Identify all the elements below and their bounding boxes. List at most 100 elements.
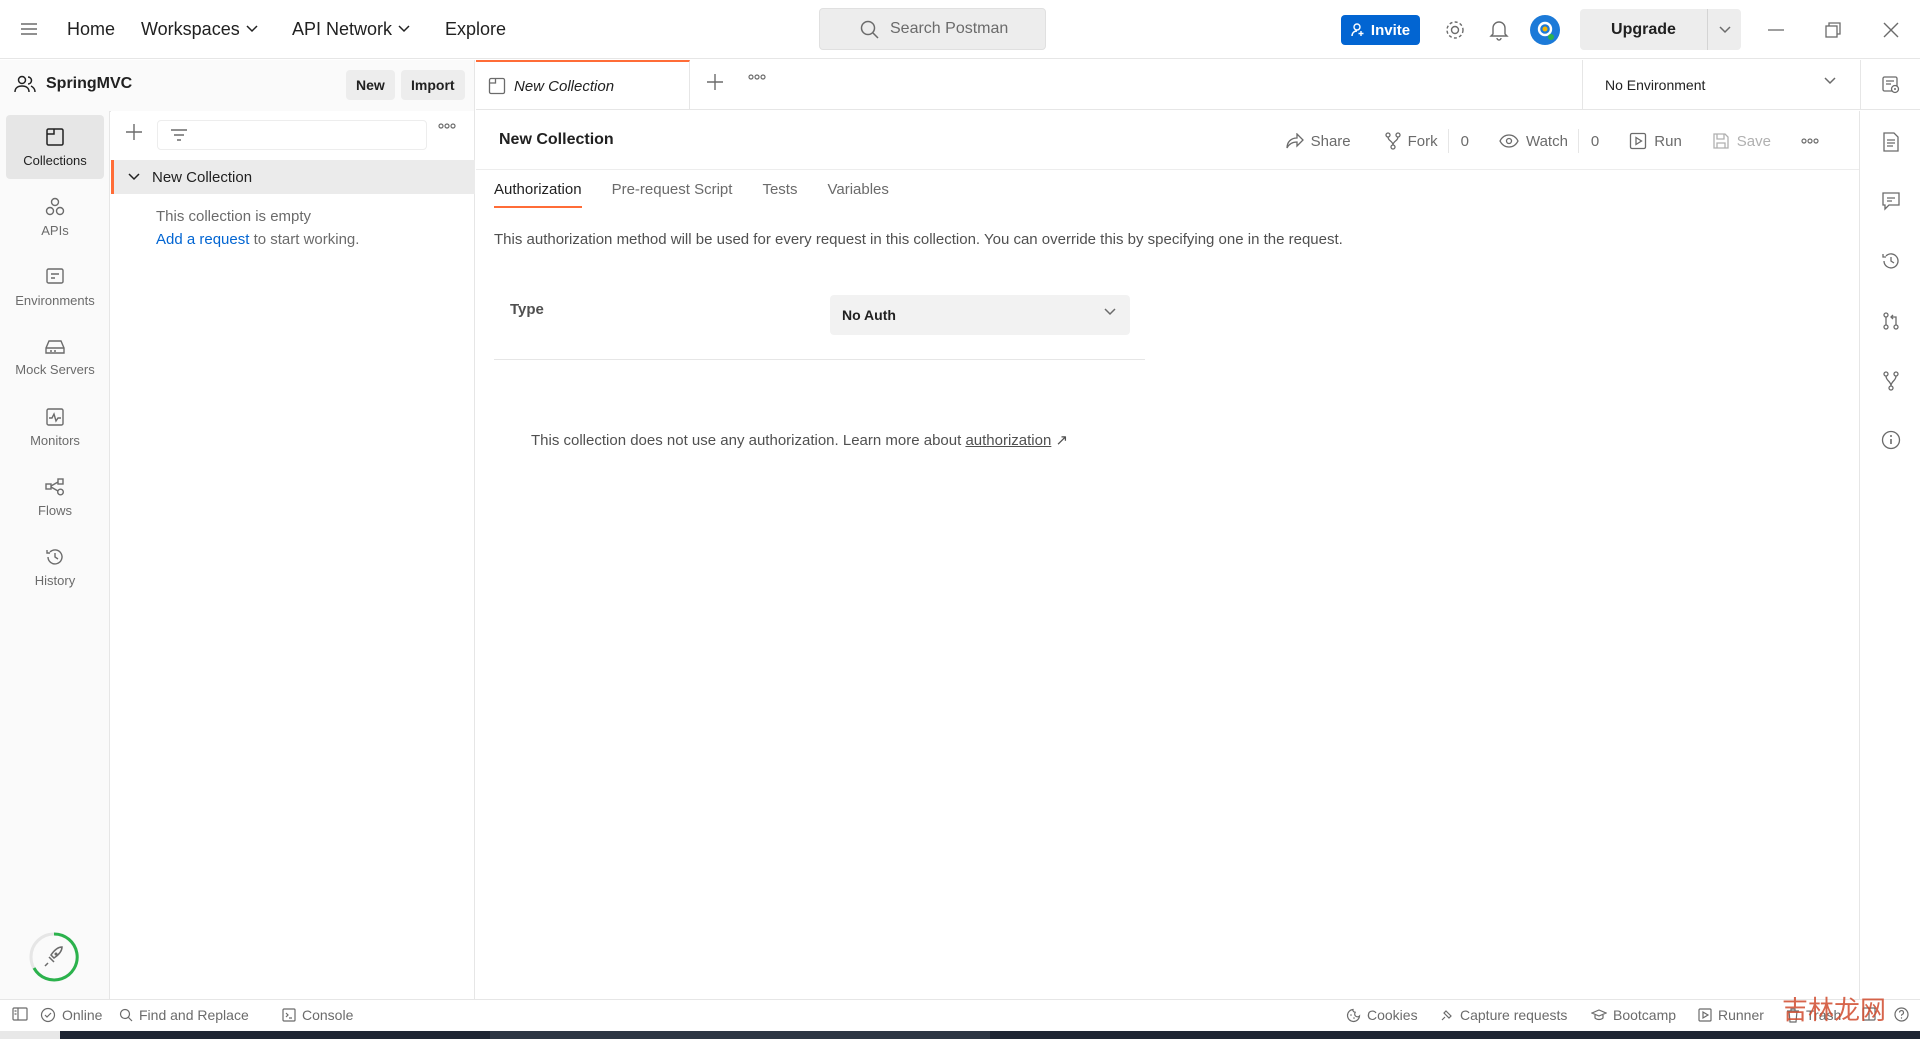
hamburger-menu-icon[interactable]: [18, 18, 40, 40]
chevron-down-icon: [246, 25, 258, 33]
new-button[interactable]: New: [346, 70, 395, 100]
auth-type-select[interactable]: No Auth: [830, 295, 1130, 335]
tab-tests[interactable]: Tests: [762, 181, 812, 208]
filter-input[interactable]: [157, 120, 427, 150]
empty-collection-message: This collection is empty Add a request t…: [156, 205, 359, 251]
rail-item-monitors[interactable]: Monitors: [6, 395, 104, 459]
nav-api-network[interactable]: API Network: [292, 17, 410, 41]
search-input[interactable]: Search Postman: [819, 8, 1046, 50]
notifications-bell-icon[interactable]: [1486, 17, 1512, 43]
taskbar-segment-light: [0, 1031, 60, 1039]
tab-label: New Collection: [514, 77, 615, 95]
user-avatar[interactable]: [1530, 15, 1560, 45]
pull-requests-icon[interactable]: [1879, 309, 1903, 333]
toggle-sidebar-icon[interactable]: [12, 1007, 28, 1021]
watch-button[interactable]: Watch: [1489, 127, 1578, 155]
invite-button[interactable]: Invite: [1341, 15, 1420, 45]
changelog-history-icon[interactable]: [1879, 249, 1903, 273]
tab-authorization[interactable]: Authorization: [494, 181, 582, 208]
forks-icon[interactable]: [1879, 369, 1903, 393]
chevron-down-icon[interactable]: [128, 173, 140, 181]
info-icon[interactable]: [1879, 428, 1903, 452]
auth-type-value: No Auth: [842, 307, 896, 323]
save-button[interactable]: Save: [1702, 127, 1781, 155]
new-tab-plus-icon[interactable]: [706, 73, 724, 91]
capture-requests-button[interactable]: Capture requests: [1439, 1007, 1567, 1023]
external-link-icon: ↗: [1055, 432, 1069, 449]
find-and-replace-button[interactable]: Find and Replace: [119, 1007, 249, 1023]
documentation-icon[interactable]: [1879, 130, 1903, 154]
rail-item-flows[interactable]: Flows: [6, 465, 104, 529]
upgrade-button[interactable]: Upgrade: [1580, 9, 1707, 50]
cookies-button[interactable]: Cookies: [1346, 1007, 1418, 1023]
satellite-icon: [1441, 1009, 1452, 1020]
chevron-down-icon: [1104, 308, 1116, 316]
header-divider: [476, 169, 1859, 170]
eye-icon: [1499, 134, 1519, 148]
rail-item-collections[interactable]: Collections: [6, 115, 104, 179]
monitors-icon: [46, 407, 64, 426]
restore-window-icon[interactable]: [1819, 16, 1847, 44]
os-taskbar-strip: [0, 1031, 1920, 1039]
fork-button[interactable]: Fork: [1375, 127, 1448, 155]
empty-collection-text: This collection is empty: [156, 208, 312, 225]
tab-more-options-icon[interactable]: [748, 74, 766, 80]
workspace-name[interactable]: SpringMVC: [14, 75, 132, 93]
settings-gear-icon[interactable]: [1442, 17, 1468, 43]
chevron-down-icon: [1718, 25, 1731, 33]
help-icon[interactable]: [1894, 1007, 1909, 1022]
run-button[interactable]: Run: [1619, 127, 1692, 155]
collection-tree-item[interactable]: New Collection: [111, 160, 475, 194]
auth-description: This authorization method will be used f…: [494, 231, 1343, 248]
tab-variables[interactable]: Variables: [827, 181, 903, 208]
no-auth-message: This collection does not use any authori…: [531, 431, 1068, 449]
status-bar: Online Find and Replace Console Cookies …: [0, 999, 1920, 1031]
more-options-icon[interactable]: [438, 123, 456, 129]
minimize-window-icon[interactable]: [1762, 16, 1790, 44]
fork-count[interactable]: 0: [1447, 129, 1481, 153]
graduation-cap-icon: [1591, 1009, 1607, 1021]
environment-selector[interactable]: No Environment: [1582, 60, 1858, 110]
collection-more-options-icon[interactable]: [1791, 127, 1829, 155]
online-status[interactable]: Online: [40, 1007, 102, 1023]
top-bar: Home Workspaces API Network Explore Sear…: [0, 0, 1920, 59]
tab-pre-request-script[interactable]: Pre-request Script: [612, 181, 748, 208]
environment-quick-look-icon[interactable]: [1860, 60, 1920, 110]
empty-collection-hint: to start working.: [249, 231, 360, 248]
add-user-icon: [1351, 23, 1364, 37]
workspace-header: SpringMVC New Import: [0, 60, 475, 112]
nav-workspaces[interactable]: Workspaces: [141, 17, 258, 41]
rocket-progress-icon: [29, 932, 79, 982]
nav-explore[interactable]: Explore: [445, 17, 506, 41]
environment-selected: No Environment: [1605, 77, 1706, 93]
add-request-link[interactable]: Add a request: [156, 231, 249, 248]
share-button[interactable]: Share: [1276, 127, 1361, 155]
search-icon: [119, 1008, 133, 1022]
watch-count[interactable]: 0: [1577, 129, 1611, 153]
tab-new-collection[interactable]: New Collection: [476, 60, 690, 110]
getting-started-rocket-button[interactable]: [28, 931, 80, 983]
import-button[interactable]: Import: [401, 70, 465, 100]
close-window-icon[interactable]: [1877, 16, 1905, 44]
authorization-docs-link[interactable]: authorization: [965, 432, 1051, 449]
cookie-icon: [1346, 1008, 1361, 1022]
rail-item-mock-servers[interactable]: Mock Servers: [6, 325, 104, 389]
collections-icon: [46, 127, 64, 146]
upgrade-dropdown-button[interactable]: [1707, 9, 1741, 50]
console-button[interactable]: Console: [282, 1007, 353, 1023]
runner-button[interactable]: Runner: [1698, 1007, 1764, 1023]
flows-icon: [45, 477, 64, 495]
environments-icon: [46, 267, 64, 284]
nav-home[interactable]: Home: [67, 17, 115, 41]
rail-item-apis[interactable]: APIs: [6, 185, 104, 249]
layout-toggle-icon[interactable]: [1862, 1007, 1876, 1021]
comments-icon[interactable]: [1879, 189, 1903, 213]
rail-item-history[interactable]: History: [6, 535, 104, 599]
rail-item-environments[interactable]: Environments: [6, 255, 104, 319]
collection-title[interactable]: New Collection: [499, 131, 614, 149]
bootcamp-button[interactable]: Bootcamp: [1591, 1007, 1676, 1023]
trash-button[interactable]: Trash: [1786, 1007, 1841, 1023]
apis-icon: [45, 197, 65, 215]
collection-tab-icon: [488, 77, 506, 95]
add-collection-icon[interactable]: [125, 123, 143, 141]
